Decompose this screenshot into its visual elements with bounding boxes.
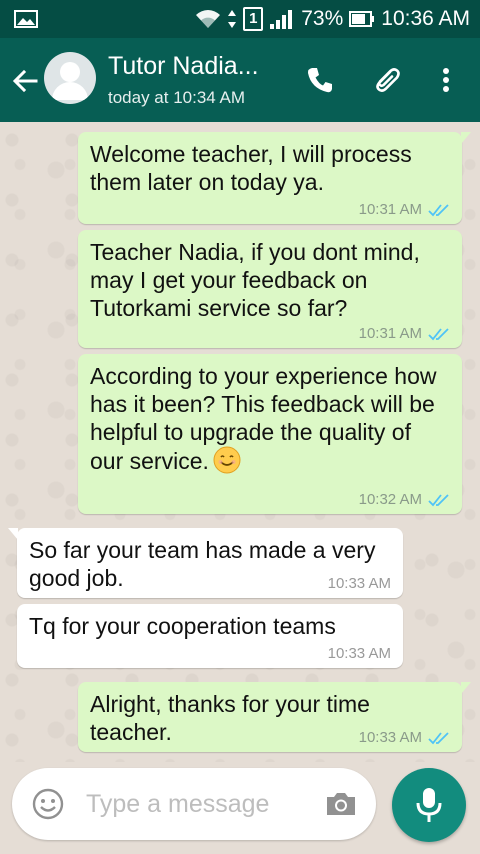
wifi-icon xyxy=(196,10,221,28)
last-seen: today at 10:34 AM xyxy=(108,88,246,107)
message-meta: 10:31 AM xyxy=(359,325,450,342)
message-input[interactable]: Type a message xyxy=(86,790,269,819)
message-text: Teacher Nadia, if you dont mind, may I g… xyxy=(90,239,420,321)
message-time: 10:33 AM xyxy=(327,575,391,592)
read-ticks-icon xyxy=(428,203,449,216)
phone-icon[interactable] xyxy=(302,62,338,98)
message-meta: 10:33 AM xyxy=(328,575,391,592)
chat-header: Tutor Nadia... today at 10:34 AM xyxy=(0,38,480,122)
read-ticks-icon xyxy=(428,731,449,744)
clock: 10:36 AM xyxy=(381,7,470,30)
message-text: Welcome teacher, I will process them lat… xyxy=(90,141,412,195)
read-ticks-icon xyxy=(428,493,449,506)
back-arrow-icon[interactable] xyxy=(10,66,40,96)
message-time: 10:33 AM xyxy=(358,729,422,746)
message-meta: 10:33 AM xyxy=(328,645,391,662)
avatar[interactable] xyxy=(44,52,96,104)
message-text: Tq for your cooperation teams xyxy=(29,613,336,639)
attach-icon[interactable] xyxy=(368,62,404,98)
battery-icon xyxy=(349,11,375,27)
message-time: 10:33 AM xyxy=(327,645,391,662)
message-text-wrapper: According to your experience how has it … xyxy=(90,362,450,475)
gallery-notification-icon xyxy=(14,10,38,28)
message-bubble-outgoing[interactable]: Alright, thanks for your time teacher. 1… xyxy=(78,682,471,752)
read-ticks-icon xyxy=(428,327,449,340)
message-bubble-outgoing[interactable]: Welcome teacher, I will process them lat… xyxy=(78,132,471,224)
emoji-icon[interactable] xyxy=(32,788,64,820)
data-transfer-icon xyxy=(228,10,237,28)
mic-button[interactable] xyxy=(392,768,466,842)
contact-name[interactable]: Tutor Nadia... xyxy=(108,52,259,81)
message-meta: 10:31 AM xyxy=(359,201,450,218)
message-time: 10:31 AM xyxy=(358,325,422,342)
message-time: 10:31 AM xyxy=(358,201,422,218)
message-meta: 10:32 AM xyxy=(359,491,450,508)
camera-icon[interactable] xyxy=(324,790,358,818)
message-bubble-outgoing[interactable]: Teacher Nadia, if you dont mind, may I g… xyxy=(78,230,462,348)
smiling-face-emoji-icon xyxy=(213,446,241,474)
status-bar: 1 73% 10:36 AM xyxy=(0,0,480,38)
battery-percent: 73% xyxy=(301,7,344,30)
message-text: Alright, thanks for your time teacher. xyxy=(90,691,370,745)
message-time: 10:32 AM xyxy=(358,491,422,508)
message-composer[interactable]: Type a message xyxy=(12,768,376,840)
message-text: According to your experience how has it … xyxy=(90,363,437,474)
chat-area[interactable]: Welcome teacher, I will process them lat… xyxy=(0,122,480,762)
message-bubble-incoming[interactable]: Tq for your cooperation teams 10:33 AM xyxy=(17,604,403,668)
default-avatar-icon xyxy=(52,62,88,100)
sim-badge: 1 xyxy=(243,7,264,31)
message-meta: 10:33 AM xyxy=(359,729,450,746)
message-bubble-outgoing[interactable]: According to your experience how has it … xyxy=(78,354,462,514)
mic-icon xyxy=(416,788,442,822)
signal-icon xyxy=(270,10,293,29)
message-bubble-incoming[interactable]: So far your team has made a very good jo… xyxy=(8,528,403,598)
more-vert-icon[interactable] xyxy=(428,62,464,98)
